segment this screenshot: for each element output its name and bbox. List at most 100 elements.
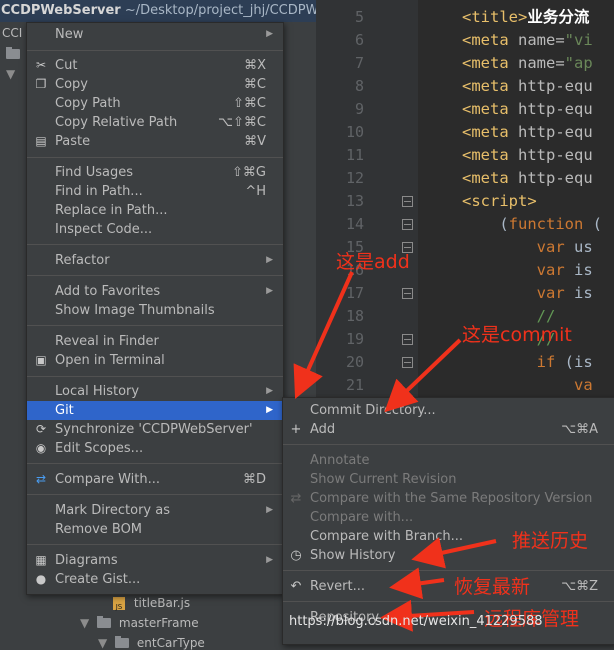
menu-item-copy[interactable]: ❐ Copy ⌘C (27, 75, 283, 94)
shortcut: ⌥⌘Z (561, 579, 598, 594)
code-token: <meta (462, 100, 518, 118)
menu-item-label: Show Image Thumbnails (55, 303, 215, 318)
tree-item-entcartype[interactable]: ▼ entCarType (98, 636, 205, 650)
tree-item-titlebar-js[interactable]: JS titleBar.js (113, 596, 190, 611)
menu-item-git[interactable]: Git ▶ (27, 401, 283, 420)
code-token: http-equ (518, 123, 593, 141)
tree-row-folder[interactable]: ▼ (6, 67, 19, 81)
menu-item-label: Add (310, 422, 336, 437)
menu-item-find-in-path[interactable]: Find in Path... ^H (27, 182, 283, 201)
menu-item-remove-bom[interactable]: Remove BOM (27, 520, 283, 539)
submenu-item-compare-with[interactable]: Compare with... (283, 508, 614, 527)
menu-item-label: Find Usages (55, 165, 134, 180)
code-token: <meta (462, 169, 518, 187)
code-line[interactable]: var is (462, 259, 593, 282)
expand-triangle-icon[interactable]: ▼ (6, 67, 15, 81)
menu-item-paste[interactable]: ▤ Paste ⌘V (27, 132, 283, 151)
menu-item-mark-directory[interactable]: Mark Directory as ▶ (27, 501, 283, 520)
submenu-item-show-current-revision[interactable]: Show Current Revision (283, 470, 614, 489)
code-line[interactable]: <meta name="ap (462, 52, 593, 75)
menu-item-find-usages[interactable]: Find Usages ⇧⌘G (27, 163, 283, 182)
submenu-item-commit-directory[interactable]: Commit Directory... (283, 401, 614, 420)
submenu-arrow-icon: ▶ (266, 405, 273, 415)
menu-item-inspect-code[interactable]: Inspect Code... (27, 220, 283, 239)
code-line[interactable]: <meta http-equ (462, 167, 593, 190)
fold-marker-icon[interactable] (402, 288, 413, 299)
tree-row-folder[interactable] (6, 47, 24, 61)
shortcut: ⌥⇧⌘C (218, 115, 266, 130)
menu-separator (27, 544, 283, 545)
menu-item-label: Show Current Revision (310, 472, 457, 487)
code-token: us (573, 238, 593, 256)
menu-item-label: Replace in Path... (55, 203, 168, 218)
menu-item-refactor[interactable]: Refactor ▶ (27, 251, 283, 270)
menu-item-label: Copy Path (55, 96, 121, 111)
submenu-arrow-icon: ▶ (266, 29, 273, 39)
code-line[interactable]: <title>业务分流 (462, 6, 589, 29)
submenu-item-compare-same-repo[interactable]: ⇄ Compare with the Same Repository Versi… (283, 489, 614, 508)
menu-item-label: Mark Directory as (55, 503, 170, 518)
expand-triangle-icon[interactable]: ▼ (80, 616, 89, 630)
menu-item-label: Cut (55, 58, 78, 73)
tree-item-masterframe[interactable]: ▼ masterFrame (80, 616, 199, 630)
submenu-item-add[interactable]: + Add ⌥⌘A (283, 420, 614, 439)
annotation-revert: 恢复最新 (454, 576, 531, 598)
menu-item-replace-in-path[interactable]: Replace in Path... (27, 201, 283, 220)
line-number: 9 (354, 100, 364, 118)
project-path: ~/Desktop/project_jhj/CCDPWebS (124, 3, 316, 18)
fold-marker-icon[interactable] (402, 219, 413, 230)
menu-item-label: Create Gist... (55, 572, 141, 587)
code-token: is (573, 261, 593, 279)
menu-item-new[interactable]: New ▶ (27, 25, 283, 44)
menu-item-diagrams[interactable]: ▦ Diagrams ▶ (27, 551, 283, 570)
compare-icon: ⇄ (35, 472, 47, 486)
menu-separator (27, 157, 283, 158)
code-line[interactable]: <meta name="vi (462, 29, 593, 52)
menu-item-reveal-in-finder[interactable]: Reveal in Finder (27, 332, 283, 351)
menu-item-add-to-favorites[interactable]: Add to Favorites ▶ (27, 282, 283, 301)
compare-icon: ⇄ (290, 491, 302, 506)
menu-item-label: Copy Relative Path (55, 115, 178, 130)
code-line[interactable]: <meta http-equ (462, 144, 593, 167)
menu-item-local-history[interactable]: Local History ▶ (27, 382, 283, 401)
line-number: 5 (354, 8, 364, 26)
fold-marker-icon[interactable] (402, 357, 413, 368)
submenu-item-annotate[interactable]: Annotate (283, 451, 614, 470)
menu-item-copy-relative-path[interactable]: Copy Relative Path ⌥⇧⌘C (27, 113, 283, 132)
menu-item-show-image-thumbnails[interactable]: Show Image Thumbnails (27, 301, 283, 320)
code-line[interactable]: if (is (462, 351, 593, 374)
line-number: 18 (345, 307, 364, 325)
line-number: 11 (345, 146, 364, 164)
menu-item-edit-scopes[interactable]: ◉ Edit Scopes... (27, 439, 283, 458)
menu-item-copy-path[interactable]: Copy Path ⇧⌘C (27, 94, 283, 113)
expand-triangle-icon[interactable]: ▼ (98, 636, 107, 650)
menu-item-cut[interactable]: ✂ Cut ⌘X (27, 56, 283, 75)
menu-item-synchronize[interactable]: ⟳ Synchronize 'CCDPWebServer' (27, 420, 283, 439)
code-token: <script> (462, 192, 537, 210)
clock-icon: ◷ (290, 548, 302, 563)
code-line[interactable]: <meta http-equ (462, 121, 593, 144)
submenu-item-revert[interactable]: ↶ Revert... ⌥⌘Z (283, 577, 614, 596)
tree-row-project[interactable]: CCI (2, 26, 22, 40)
menu-item-open-in-terminal[interactable]: ▣ Open in Terminal (27, 351, 283, 370)
fold-marker-icon[interactable] (402, 334, 413, 345)
project-title-bar[interactable]: CCDPWebServer ~/Desktop/project_jhj/CCDP… (0, 0, 316, 22)
code-token: ( (462, 215, 509, 233)
menu-item-create-gist[interactable]: ● Create Gist... (27, 570, 283, 589)
fold-marker-icon[interactable] (402, 196, 413, 207)
code-line[interactable]: var us (462, 236, 593, 259)
menu-separator (27, 275, 283, 276)
menu-item-label: Inspect Code... (55, 222, 153, 237)
menu-item-compare-with[interactable]: ⇄ Compare With... ⌘D (27, 470, 283, 489)
code-line[interactable]: va (462, 374, 593, 397)
code-token: "ap (564, 54, 593, 72)
js-file-icon: JS (113, 597, 125, 611)
menu-item-label: Open in Terminal (55, 353, 165, 368)
code-line[interactable]: (function ( (462, 213, 602, 236)
code-line[interactable]: var is (462, 282, 593, 305)
code-line[interactable]: <meta http-equ (462, 98, 593, 121)
code-line[interactable]: <script> (462, 190, 537, 213)
annotation-add: 这是add (336, 251, 410, 273)
code-line[interactable]: <meta http-equ (462, 75, 593, 98)
